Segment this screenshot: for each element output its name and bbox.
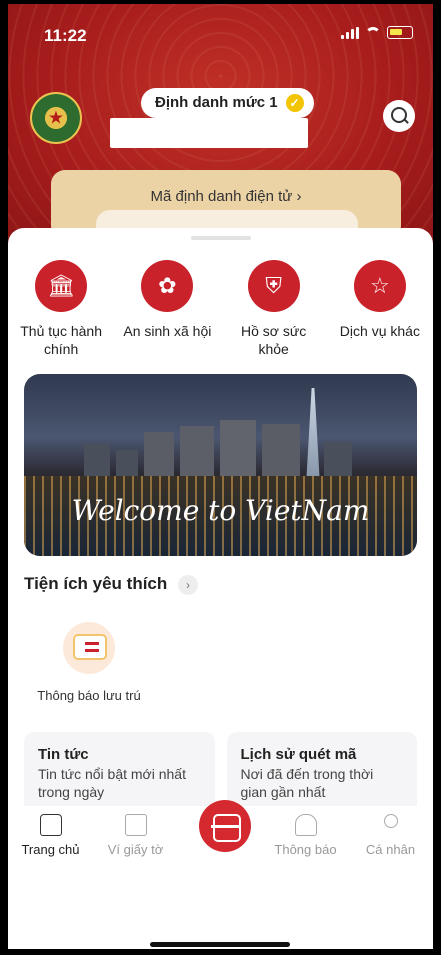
- service-health-record[interactable]: ⛨ Hồ sơ sức khỏe: [221, 260, 327, 358]
- card-desc: Tin tức nổi bật mới nhất trong ngày: [38, 766, 186, 800]
- bottom-tab-bar: Trang chủ Ví giấy tờ Thông báo Cá nhân: [8, 800, 433, 949]
- bell-icon: [294, 814, 317, 836]
- header: 11:22 ★ Định danh mức 1 ✓ Mã định danh đ…: [8, 4, 433, 250]
- service-label: An sinh xã hội: [123, 323, 212, 339]
- tab-label: Trang chủ: [21, 842, 80, 857]
- tab-notifications[interactable]: Thông báo: [263, 814, 348, 857]
- tab-home[interactable]: Trang chủ: [8, 814, 93, 857]
- card-title: Tin tức: [38, 746, 89, 763]
- service-label: Dịch vụ khác: [339, 323, 420, 339]
- residence-notice-icon: [63, 622, 115, 674]
- card-desc: Nơi đã đến trong thời gian gần nhất: [240, 766, 374, 800]
- tab-label: Thông báo: [274, 842, 337, 857]
- social-welfare-icon: ✿: [141, 260, 194, 312]
- government-building-icon: 🏛: [35, 260, 88, 312]
- wifi-icon: [365, 26, 381, 39]
- card-title: Lịch sử quét mã: [240, 746, 357, 763]
- wallet-icon: [124, 814, 147, 836]
- user-icon: [383, 814, 398, 828]
- landmark-tower: [306, 388, 320, 486]
- city-building: [180, 426, 214, 478]
- status-icons: [341, 26, 413, 39]
- service-label: Thủ tục hành chính: [20, 323, 102, 357]
- home-icon: [39, 814, 62, 836]
- other-services-icon: ☆: [353, 260, 406, 312]
- chevron-right-icon[interactable]: ›: [178, 575, 198, 595]
- sheet-handle[interactable]: [191, 236, 251, 240]
- user-name-redacted: [110, 118, 308, 148]
- health-shield-icon: ⛨: [247, 260, 300, 312]
- qr-scan-button[interactable]: [199, 800, 251, 852]
- status-time: 11:22: [44, 26, 87, 45]
- tab-wallet[interactable]: Ví giấy tờ: [93, 814, 178, 857]
- identity-level-label: Định danh mức 1: [155, 94, 278, 111]
- service-admin-procedures[interactable]: 🏛 Thủ tục hành chính: [8, 260, 114, 358]
- favorite-label: Thông báo lưu trú: [37, 688, 141, 703]
- city-building: [144, 432, 174, 478]
- star-icon: ★: [47, 107, 65, 128]
- service-grid: 🏛 Thủ tục hành chính ✿ An sinh xã hội ⛨ …: [8, 260, 433, 358]
- city-building: [324, 442, 352, 478]
- identity-level-badge[interactable]: Định danh mức 1 ✓: [141, 88, 314, 118]
- signal-icon: [341, 26, 359, 39]
- city-building: [84, 444, 110, 478]
- police-emblem-logo: ★: [30, 92, 82, 144]
- favorites-title: Tiện ích yêu thích: [24, 574, 168, 593]
- tab-label: Ví giấy tờ: [107, 842, 164, 857]
- tab-label: Cá nhân: [365, 842, 416, 857]
- welcome-banner[interactable]: Welcome to VietNam: [24, 374, 417, 556]
- city-building: [262, 424, 300, 478]
- service-label: Hồ sơ sức khỏe: [241, 323, 307, 357]
- battery-icon: [387, 26, 413, 39]
- banner-text: Welcome to VietNam: [71, 494, 370, 527]
- id-card-label: Mã định danh điện tử ›: [150, 188, 302, 205]
- home-indicator[interactable]: [150, 942, 290, 947]
- city-building: [116, 450, 138, 478]
- service-other[interactable]: ☆ Dịch vụ khác: [327, 260, 433, 358]
- city-building: [220, 420, 256, 478]
- favorite-residence-notice[interactable]: Thông báo lưu trú: [24, 622, 154, 703]
- verified-check-icon: ✓: [285, 94, 304, 112]
- tab-profile[interactable]: Cá nhân: [348, 814, 433, 857]
- app-screen: 11:22 ★ Định danh mức 1 ✓ Mã định danh đ…: [8, 4, 433, 949]
- search-icon[interactable]: [383, 100, 415, 132]
- service-social-welfare[interactable]: ✿ An sinh xã hội: [114, 260, 220, 358]
